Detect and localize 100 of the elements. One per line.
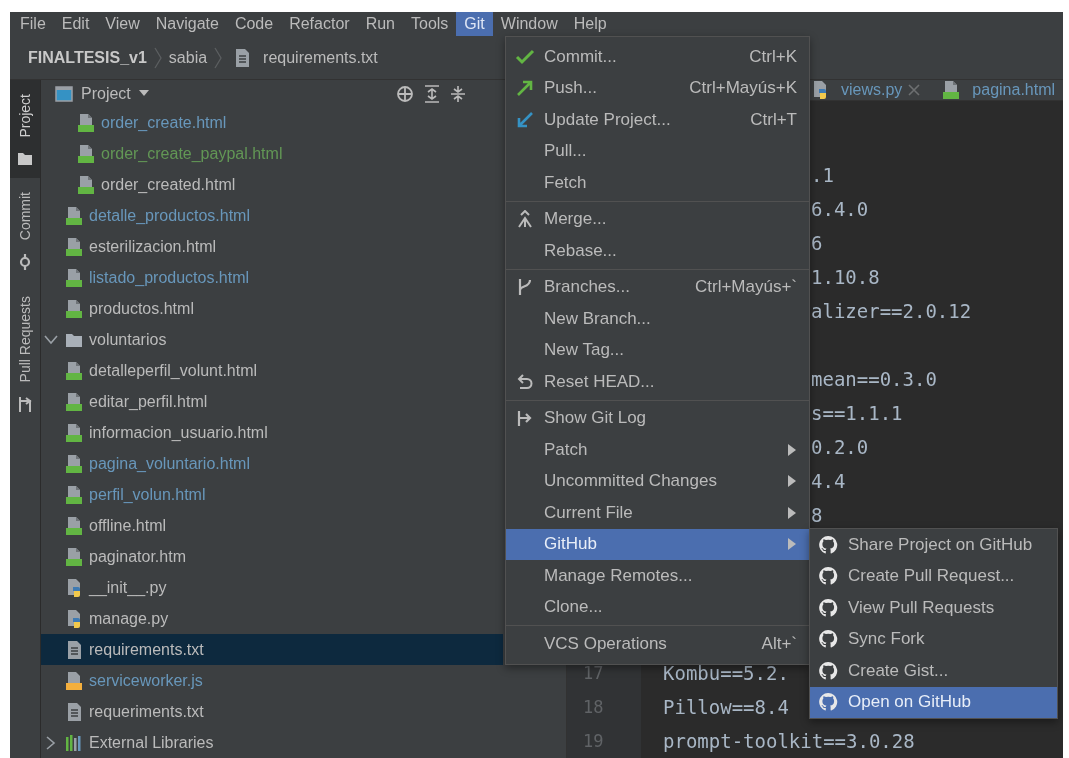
tree-item[interactable]: editar_perfil.html [41, 386, 503, 417]
menu-item[interactable]: Tools [403, 12, 457, 36]
menu-item-label: Manage Remotes... [544, 565, 694, 586]
menu-item[interactable]: Rebase... [506, 235, 809, 267]
menu-item[interactable]: GitHub [506, 528, 809, 560]
menu-item[interactable]: Manage Remotes... [506, 560, 809, 592]
tree-item[interactable]: order_create_paypal.html [41, 138, 503, 169]
menu-item-label: Rebase... [544, 240, 618, 261]
menu-item[interactable]: Patch [506, 434, 809, 466]
tree-item[interactable]: requirements.txt [41, 634, 503, 665]
code-line: Pillow==8.4 [663, 696, 789, 718]
code-line: prompt-toolkit==3.0.28 [663, 730, 915, 752]
menu-item[interactable]: New Branch... [506, 303, 809, 335]
panel-title-dropdown[interactable]: Project [81, 84, 131, 103]
menu-item[interactable]: View Pull Requests [810, 592, 1057, 624]
menu-item[interactable]: Update Project... Ctrl+T [506, 104, 809, 136]
menu-item[interactable]: Open on GitHub [810, 686, 1057, 718]
tool-window-tab[interactable]: Project [10, 80, 40, 178]
menu-item[interactable]: Help [565, 12, 615, 36]
menu-item[interactable]: Run [357, 12, 403, 36]
menu-item-label: Update Project... [544, 109, 672, 130]
tree-item[interactable]: paginator.htm [41, 541, 503, 572]
breadcrumb-item[interactable]: FINALTESIS_v1 [28, 48, 147, 67]
menu-item[interactable]: Current File [506, 497, 809, 529]
menu-item[interactable]: Create Pull Request... [810, 560, 1057, 592]
menu-item-label: Show Git Log [544, 408, 648, 429]
menu-item[interactable]: Git [456, 12, 493, 36]
shortcut-label: Ctrl+K [749, 46, 797, 67]
menu-item-label: New Branch... [544, 308, 652, 329]
menu-item-label: New Tag... [544, 340, 625, 361]
menu-item[interactable]: Clone... [506, 591, 809, 623]
menu-item[interactable]: Sync Fork [810, 623, 1057, 655]
code-line: mean==0.3.0 [811, 368, 937, 390]
code-line: Kombu==5.2. [663, 662, 789, 684]
menu-item[interactable]: Window [492, 12, 566, 36]
menu-item-label: Uncommitted Changes [544, 471, 718, 492]
menu-item-label: Patch [544, 439, 589, 460]
menu-item[interactable]: Pull... [506, 135, 809, 167]
menu-item[interactable]: File [12, 12, 54, 36]
menu-item-label: Reset HEAD... [544, 371, 656, 392]
menu-item[interactable]: New Tag... [506, 334, 809, 366]
tree-item[interactable]: detalleperfil_volunt.html [41, 355, 503, 386]
tree-item[interactable]: order_create.html [41, 107, 503, 138]
menu-item-label: Pull... [544, 141, 588, 162]
tree-item[interactable]: pagina_voluntario.html [41, 448, 503, 479]
menu-item[interactable]: Navigate [147, 12, 227, 36]
breadcrumb-item[interactable]: requirements.txt [263, 48, 378, 67]
code-line: 1.10.8 [811, 266, 880, 288]
menu-item-label: Fetch [544, 172, 588, 193]
menu-item-label: Commit... [544, 46, 618, 67]
code-line: 4.4 [811, 470, 846, 492]
tree-item[interactable]: informacion_usuario.html [41, 417, 503, 448]
tree-item[interactable]: __init__.py [41, 572, 503, 603]
code-line: s==1.1.1 [811, 402, 903, 424]
breadcrumb-item[interactable]: sabia [168, 48, 208, 67]
menu-item-label: GitHub [544, 534, 598, 555]
shortcut-label: Alt+` [761, 633, 797, 654]
tree-item[interactable]: manage.py [41, 603, 503, 634]
tree-item[interactable]: serviceworker.js [41, 665, 503, 696]
menu-item-label: Clone... [544, 597, 604, 618]
shortcut-label: Ctrl+Mayús+K [689, 78, 797, 99]
editor-tab[interactable]: pagina.html [934, 80, 1060, 100]
code-line: 6.4.0 [811, 198, 869, 220]
menu-item[interactable]: Fetch [506, 167, 809, 199]
tree-item[interactable]: voluntarios [41, 324, 503, 355]
menu-item-label: Branches... [544, 277, 631, 298]
code-line: 6 [811, 232, 823, 254]
menu-item[interactable]: Edit [53, 12, 98, 36]
menu-item[interactable]: View [97, 12, 148, 36]
menu-item[interactable]: VCS Operations Alt+` [506, 628, 809, 660]
tree-item[interactable]: offline.html [41, 510, 503, 541]
code-line: 8 [811, 504, 823, 526]
menu-item[interactable]: Reset HEAD... [506, 366, 809, 398]
tree-item[interactable]: order_created.html [41, 169, 503, 200]
menu-item[interactable]: Code [226, 12, 282, 36]
tree-item[interactable]: perfil_volun.html [41, 479, 503, 510]
menu-item-label: Current File [544, 502, 634, 523]
menu-item[interactable]: Share Project on GitHub [810, 529, 1057, 561]
menu-item[interactable]: Refactor [281, 12, 358, 36]
tree-item[interactable]: External Libraries [41, 727, 503, 758]
code-line: alizer==2.0.12 [811, 300, 972, 322]
menu-item[interactable]: Create Gist... [810, 655, 1057, 687]
shortcut-label: Ctrl+T [750, 109, 797, 130]
tree-item[interactable]: requeriments.txt [41, 696, 503, 727]
tree-item[interactable]: esterilizacion.html [41, 231, 503, 262]
tool-window-tab[interactable]: Pull Requests [10, 281, 40, 425]
menu-item[interactable]: Merge... [506, 203, 809, 235]
menu-item[interactable]: Commit... Ctrl+K [506, 41, 809, 73]
menu-item[interactable]: Uncommitted Changes [506, 465, 809, 497]
menu-item[interactable]: Show Git Log [506, 402, 809, 434]
menu-item[interactable]: Branches... Ctrl+Mayús+` [506, 271, 809, 303]
code-line: 0.2.0 [811, 436, 869, 458]
menu-item-label: Push... [544, 78, 598, 99]
menu-item-label: VCS Operations [544, 633, 668, 654]
shortcut-label: Ctrl+Mayús+` [694, 277, 797, 298]
tool-window-tab[interactable]: Commit [10, 177, 40, 282]
tree-item[interactable]: detalle_productos.html [41, 200, 503, 231]
tree-item[interactable]: listado_productos.html [41, 262, 503, 293]
tree-item[interactable]: productos.html [41, 293, 503, 324]
code-line: .1 [811, 164, 834, 186]
